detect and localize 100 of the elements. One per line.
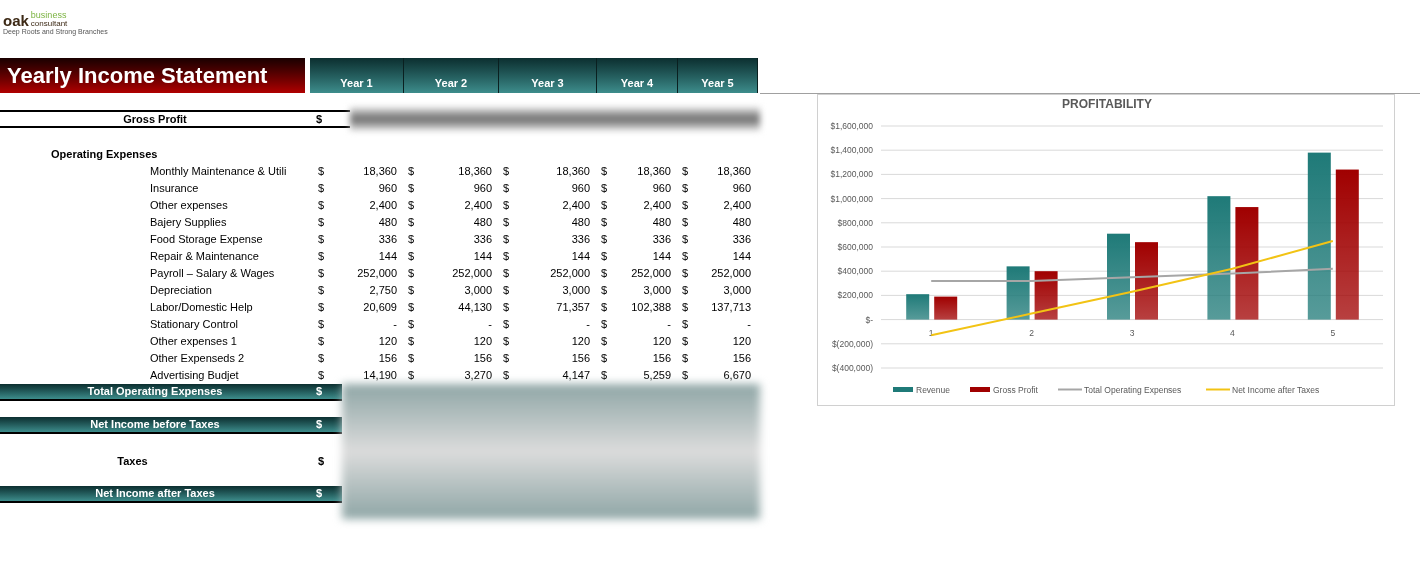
currency-sign: $ <box>600 181 608 197</box>
amount-cell-text: 20,609 <box>363 300 397 316</box>
expense-label: Other Expenseds 2 <box>150 351 246 367</box>
currency-sign: $ <box>502 368 510 384</box>
currency-sign: $ <box>600 334 608 350</box>
amount-cell-text: 71,357 <box>556 300 590 316</box>
currency-sign: $ <box>502 266 510 282</box>
logo-word: consultant <box>30 19 68 28</box>
currency-sign: $ <box>502 249 510 265</box>
axis-tick-label: $1,400,000 <box>830 145 873 156</box>
currency-sign: $ <box>407 351 415 367</box>
currency-sign: $ <box>502 351 510 367</box>
bar <box>906 294 930 320</box>
currency-sign: $ <box>681 232 689 248</box>
statement-title: Yearly Income Statement <box>0 58 305 93</box>
amount-cell-text: 137,713 <box>711 300 751 316</box>
axis-tick-label: $800,000 <box>837 217 873 228</box>
currency-sign: $ <box>407 266 415 282</box>
amount-cell-text: 3,000 <box>723 283 751 299</box>
legend-label: Gross Profit <box>993 385 1038 395</box>
currency-sign: $ <box>502 164 510 180</box>
currency-sign: $ <box>317 232 325 248</box>
amount-cell-text: 252,000 <box>452 266 492 282</box>
currency-sign: $ <box>681 283 689 299</box>
currency-sign: $ <box>317 215 325 231</box>
amount-cell-text: 3,270 <box>464 368 492 384</box>
amount-cell-text: 18,360 <box>717 164 751 180</box>
row-label: Taxes <box>116 454 149 470</box>
currency-sign: $ <box>600 198 608 214</box>
amount-cell-text: 144 <box>473 249 492 265</box>
currency-sign: $ <box>317 300 325 316</box>
amount-cell-text: 120 <box>473 334 492 350</box>
amount-cell-text: 156 <box>732 351 751 367</box>
legend-swatch-icon <box>970 387 990 392</box>
amount-cell-text: 2,400 <box>723 198 751 214</box>
amount-cell-text: - <box>667 317 671 333</box>
currency-sign: $ <box>600 249 608 265</box>
axis-category-label: 2 <box>1029 327 1034 338</box>
expense-label: Labor/Domestic Help <box>150 300 254 316</box>
expense-label: Monthly Maintenance & Utili <box>150 164 288 180</box>
legend-line-icon <box>1057 388 1083 391</box>
currency-sign: $ <box>681 249 689 265</box>
amount-cell-text: 480 <box>473 215 492 231</box>
amount-cell-text: 960 <box>571 181 590 197</box>
currency-sign: $ <box>315 486 323 502</box>
column-header: Year 1 <box>310 58 404 93</box>
amount-cell-text: 3,000 <box>562 283 590 299</box>
bar <box>934 296 958 320</box>
currency-sign: $ <box>681 368 689 384</box>
amount-cell-text: 336 <box>571 232 590 248</box>
amount-cell-text: 144 <box>571 249 590 265</box>
logo-brand: oak <box>3 12 29 28</box>
currency-sign: $ <box>600 317 608 333</box>
axis-tick-label: $(200,000) <box>831 338 873 349</box>
currency-sign: $ <box>315 111 323 127</box>
amount-cell-text: 2,400 <box>643 198 671 214</box>
amount-cell-text: 120 <box>732 334 751 350</box>
currency-sign: $ <box>315 417 323 433</box>
amount-cell-text: 336 <box>473 232 492 248</box>
currency-sign: $ <box>681 164 689 180</box>
amount-cell-text: - <box>586 317 590 333</box>
currency-sign: $ <box>317 454 325 470</box>
row-label: Net Income before Taxes <box>89 417 221 433</box>
currency-sign: $ <box>407 215 415 231</box>
amount-cell-text: 480 <box>732 215 751 231</box>
currency-sign: $ <box>600 368 608 384</box>
currency-sign: $ <box>407 181 415 197</box>
currency-sign: $ <box>681 215 689 231</box>
amount-cell-text: 480 <box>571 215 590 231</box>
amount-cell-text: 18,360 <box>637 164 671 180</box>
amount-cell-text: 102,388 <box>631 300 671 316</box>
bar <box>1006 266 1030 320</box>
currency-sign: $ <box>502 300 510 316</box>
currency-sign: $ <box>502 334 510 350</box>
amount-cell-text: 480 <box>652 215 671 231</box>
currency-sign: $ <box>407 198 415 214</box>
currency-sign: $ <box>315 384 323 400</box>
currency-sign: $ <box>600 351 608 367</box>
column-header: Year 2 <box>404 58 499 93</box>
amount-cell-text: 156 <box>652 351 671 367</box>
currency-sign: $ <box>317 334 325 350</box>
row-label: Gross Profit <box>122 111 188 127</box>
expense-label: Payroll – Salary & Wages <box>150 266 276 282</box>
amount-cell-text: 120 <box>378 334 397 350</box>
currency-sign: $ <box>681 198 689 214</box>
currency-sign: $ <box>407 283 415 299</box>
amount-cell-text: 960 <box>652 181 671 197</box>
currency-sign: $ <box>600 300 608 316</box>
column-header: Year 4 <box>597 58 678 93</box>
axis-tick-label: $1,600,000 <box>830 121 873 131</box>
currency-sign: $ <box>407 317 415 333</box>
legend-label: Revenue <box>916 385 951 395</box>
currency-sign: $ <box>502 198 510 214</box>
amount-cell-text: 252,000 <box>550 266 590 282</box>
legend-label: Total Operating Expenses <box>1084 385 1182 395</box>
amount-cell-text: 2,400 <box>562 198 590 214</box>
amount-cell-text: 156 <box>378 351 397 367</box>
row-label: Total Operating Expenses <box>86 384 224 400</box>
amount-cell-text: 18,360 <box>556 164 590 180</box>
axis-tick-label: $(400,000) <box>831 363 873 373</box>
